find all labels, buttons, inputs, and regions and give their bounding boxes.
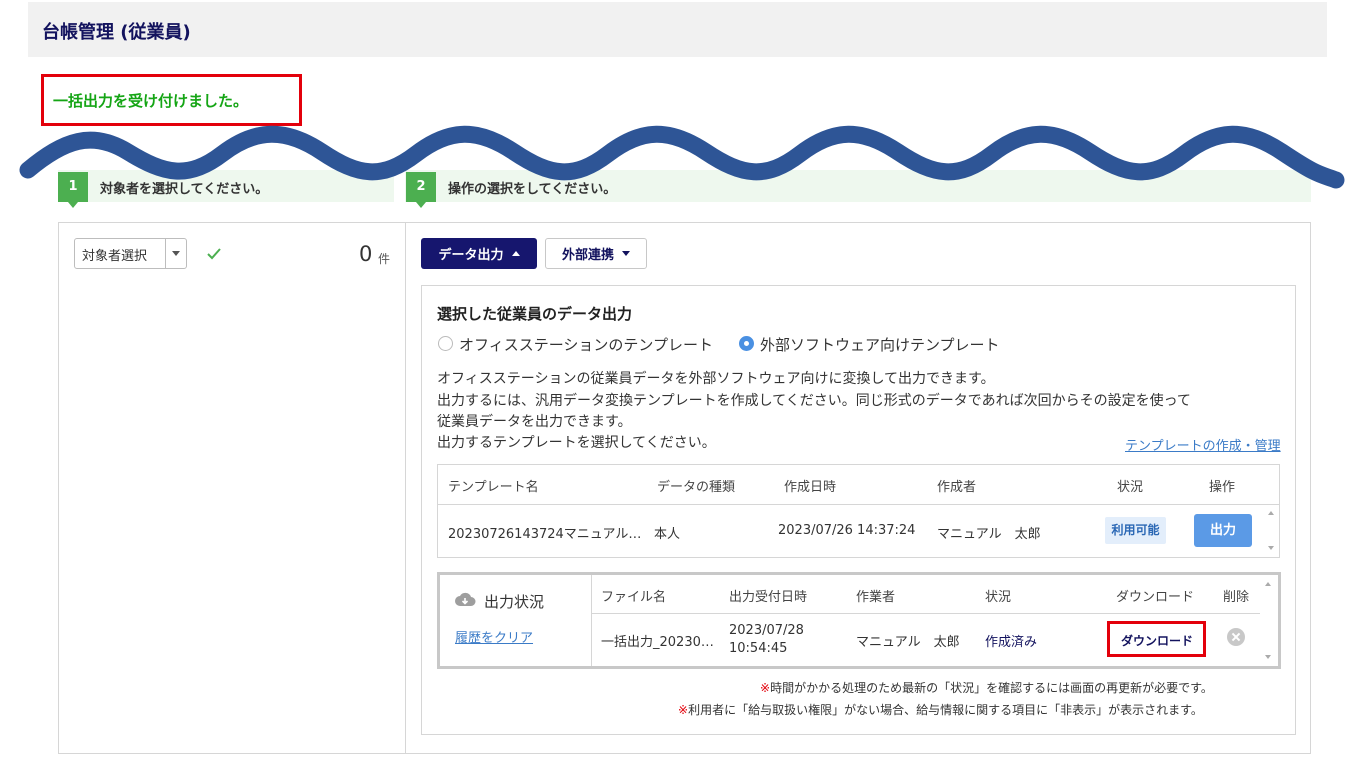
- radio-office-label: オフィスステーションのテンプレート: [459, 336, 713, 354]
- scroll-up-icon[interactable]: [1265, 582, 1271, 586]
- scroll-up-icon[interactable]: [1268, 511, 1274, 515]
- radio-office-template[interactable]: [438, 336, 453, 351]
- th-download: ダウンロード: [1116, 590, 1195, 605]
- th-action: 操作: [1209, 480, 1236, 495]
- th-author: 作成者: [937, 480, 977, 495]
- scroll-down-icon[interactable]: [1268, 546, 1274, 550]
- export-description-4: 出力するテンプレートを選択してください。: [437, 435, 716, 451]
- cloud-download-icon: [455, 592, 476, 606]
- th-data-type: データの種類: [657, 480, 736, 495]
- th-delete: 削除: [1223, 590, 1250, 605]
- template-author-cell: マニュアル 太郎: [937, 527, 1041, 542]
- template-created-cell: 2023/07/26 14:37:24: [778, 523, 916, 538]
- page-header: [28, 2, 1327, 57]
- export-description-3: 従業員データを出力できます。: [437, 414, 632, 430]
- scroll-down-icon[interactable]: [1265, 655, 1271, 659]
- th-status: 状況: [1117, 480, 1144, 495]
- output-status-title: 出力状況: [484, 593, 545, 611]
- note-mark: ※: [760, 681, 771, 695]
- download-label: ダウンロード: [1121, 634, 1194, 648]
- th-file-name: ファイル名: [601, 590, 667, 605]
- th-template-name: テンプレート名: [448, 480, 539, 495]
- clear-history-link[interactable]: 履歴をクリア: [455, 627, 533, 646]
- chevron-down-icon[interactable]: [172, 251, 180, 256]
- template-type-cell: 本人: [654, 527, 681, 542]
- template-table-header-line: [438, 504, 1279, 505]
- th-worker: 作業者: [856, 590, 896, 605]
- data-output-label: データ出力: [438, 248, 504, 263]
- chevron-up-icon: [511, 251, 520, 256]
- export-title: 選択した従業員のデータ出力: [437, 305, 633, 323]
- target-select-label: 対象者選択: [82, 249, 148, 264]
- template-name-cell[interactable]: 20230726143724マニュアル…: [448, 523, 641, 542]
- export-description-2: 出力するには、汎用データ変換テンプレートを作成してください。同じ形式のデータであ…: [437, 393, 1191, 409]
- note-mark: ※: [678, 703, 689, 717]
- th-received-date: 出力受付日時: [729, 590, 808, 605]
- target-count: 0: [359, 242, 373, 266]
- output-status-cell: 作成済み: [985, 635, 1038, 650]
- output-file-cell: 一括出力_20230…: [601, 635, 714, 650]
- radio-external-label: 外部ソフトウェア向けテンプレート: [760, 336, 1000, 354]
- output-status-divider: [591, 575, 592, 666]
- external-link-label: 外部連携: [561, 248, 614, 263]
- export-description-1: オフィスステーションの従業員データを外部ソフトウェア向けに変換して出力できます。: [437, 371, 995, 387]
- data-output-button[interactable]: データ出力: [421, 238, 537, 269]
- note-1: ※時間がかかる処理のため最新の「状況」を確認するには画面の再更新が必要です。: [760, 679, 1213, 696]
- external-link-button[interactable]: 外部連携: [545, 238, 647, 269]
- select-separator: [165, 239, 166, 268]
- note-2-text: 利用者に「給与取扱い権限」がない場合、給与情報に関する項目に「非表示」が表示され…: [688, 703, 1203, 717]
- success-message: 一括出力を受け付けました。: [53, 92, 249, 110]
- output-button[interactable]: 出力: [1194, 514, 1252, 547]
- template-manage-link[interactable]: テンプレートの作成・管理: [1125, 435, 1281, 454]
- th-output-status: 状況: [985, 590, 1012, 605]
- output-worker-cell: マニュアル 太郎: [856, 635, 960, 650]
- note-2: ※利用者に「給与取扱い権限」がない場合、給与情報に関する項目に「非表示」が表示さ…: [678, 701, 1203, 718]
- output-status-header-line: [592, 613, 1260, 614]
- status-badge: 利用可能: [1105, 517, 1166, 544]
- wave-decoration: [19, 125, 1345, 189]
- radio-external-template[interactable]: [739, 336, 754, 351]
- delete-icon[interactable]: [1227, 628, 1245, 646]
- th-created: 作成日時: [784, 480, 837, 495]
- output-date-cell: 2023/07/28: [729, 623, 804, 638]
- output-time-cell: 10:54:45: [729, 641, 788, 656]
- chevron-down-icon: [622, 251, 630, 256]
- page-title: 台帳管理 (従業員): [42, 22, 191, 43]
- target-count-unit: 件: [378, 252, 391, 266]
- panel-divider: [405, 223, 406, 753]
- check-icon: [207, 248, 221, 260]
- note-1-text: 時間がかかる処理のため最新の「状況」を確認するには画面の再更新が必要です。: [770, 681, 1213, 695]
